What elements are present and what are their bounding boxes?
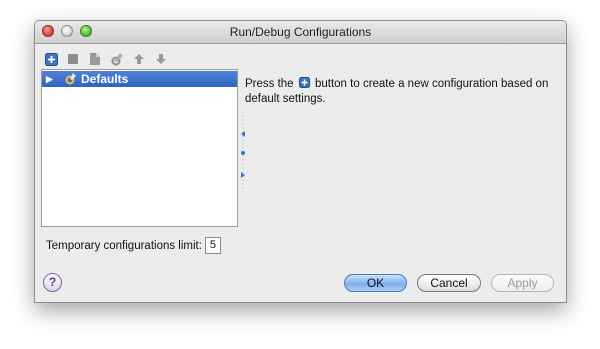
help-button[interactable]: ?: [43, 273, 62, 292]
ok-button[interactable]: OK: [344, 274, 407, 292]
tree-item-label: Defaults: [81, 72, 129, 86]
apply-button[interactable]: Apply: [491, 274, 554, 292]
add-icon: [298, 77, 310, 88]
window-title: Run/Debug Configurations: [229, 25, 372, 39]
temp-config-limit-label: Temporary configurations limit:: [46, 239, 202, 252]
copy-icon[interactable]: [87, 51, 103, 67]
temp-config-limit-row: Temporary configurations limit: 5: [46, 237, 221, 254]
temp-config-limit-input[interactable]: 5: [204, 237, 221, 254]
cancel-button[interactable]: Cancel: [417, 274, 481, 292]
splitter-handle[interactable]: [240, 111, 246, 191]
config-toolbar: [43, 51, 169, 67]
move-up-icon[interactable]: [131, 51, 147, 67]
run-debug-dialog: Run/Debug Configurations ▶ Defaults Pres…: [34, 20, 567, 303]
add-icon[interactable]: [43, 51, 59, 67]
empty-state-message: Press the button to create a new configu…: [245, 77, 549, 105]
title-bar[interactable]: Run/Debug Configurations: [35, 21, 566, 44]
defaults-icon: [65, 73, 76, 85]
configuration-tree[interactable]: ▶ Defaults: [41, 69, 238, 227]
remove-icon[interactable]: [65, 51, 81, 67]
tree-item-defaults[interactable]: ▶ Defaults: [42, 71, 237, 87]
edit-defaults-icon[interactable]: [109, 51, 125, 67]
move-down-icon[interactable]: [153, 51, 169, 67]
expand-arrow-icon[interactable]: ▶: [46, 74, 58, 85]
